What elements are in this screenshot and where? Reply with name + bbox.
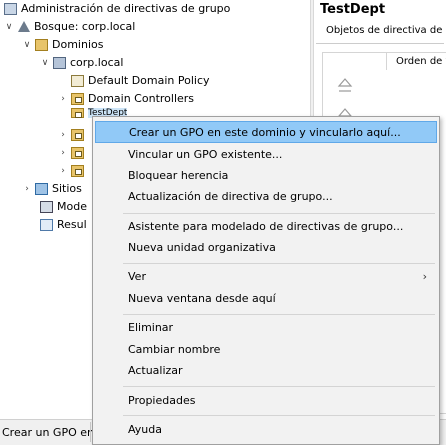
menu-item-label: Propiedades xyxy=(128,394,196,407)
menu-separator xyxy=(123,263,435,264)
results-icon xyxy=(40,219,53,231)
chevron-right-icon[interactable]: › xyxy=(58,90,68,108)
move-up-top-icon[interactable] xyxy=(336,76,354,96)
menu-item-rename[interactable]: Cambiar nombre xyxy=(95,339,437,361)
tree-item-modeling[interactable]: Mode xyxy=(40,198,87,216)
tree-item-ou-hidden-2[interactable]: › xyxy=(58,144,88,162)
ou-icon xyxy=(71,165,84,177)
menu-item-create-gpo[interactable]: Crear un GPO en este dominio y vincularl… xyxy=(95,121,437,143)
context-menu: Crear un GPO en este dominio y vincularl… xyxy=(92,116,440,445)
tree-item-results-label: Resul xyxy=(57,218,87,231)
status-text: Crear un GPO en xyxy=(2,426,94,439)
tree-item-dc-label: Domain Controllers xyxy=(88,92,195,105)
menu-item-label: Vincular un GPO existente... xyxy=(128,148,283,161)
tree-item-forest[interactable]: ∨ Bosque: corp.local xyxy=(4,18,136,36)
gpmc-icon xyxy=(4,3,17,15)
menu-item-view[interactable]: Ver › xyxy=(95,266,437,288)
domains-folder-icon xyxy=(35,39,48,51)
tree-item-sites[interactable]: › Sitios xyxy=(22,180,82,198)
menu-item-label: Eliminar xyxy=(128,321,174,334)
tree-item-results[interactable]: Resul xyxy=(40,216,87,234)
menu-item-modeling-wizard[interactable]: Asistente para modelado de directivas de… xyxy=(95,216,437,238)
menu-item-label: Bloquear herencia xyxy=(128,169,229,182)
menu-separator xyxy=(123,213,435,214)
menu-item-block-inheritance[interactable]: Bloquear herencia xyxy=(95,165,437,187)
menu-separator xyxy=(123,415,435,416)
tree-item-domains-label: Dominios xyxy=(52,38,104,51)
tree-item-default-policy-label: Default Domain Policy xyxy=(88,74,210,87)
tab-linked-gpos[interactable]: Objetos de directiva de g xyxy=(316,21,446,44)
column-divider[interactable] xyxy=(386,52,387,70)
menu-item-gp-update[interactable]: Actualización de directiva de grupo... xyxy=(95,186,437,208)
menu-item-refresh[interactable]: Actualizar xyxy=(95,360,437,382)
forest-icon xyxy=(17,21,30,33)
tree-item-ou-hidden-3[interactable]: › xyxy=(58,162,88,180)
domain-icon xyxy=(53,57,66,69)
tree-item-root-label: Administración de directivas de grupo xyxy=(21,2,231,15)
submenu-arrow-icon: › xyxy=(422,270,427,283)
modeling-icon xyxy=(40,201,53,213)
chevron-down-icon[interactable]: ∨ xyxy=(4,18,14,36)
menu-item-label: Crear un GPO en este dominio y vincularl… xyxy=(129,126,401,139)
sites-icon xyxy=(35,183,48,195)
tree-item-default-policy[interactable]: Default Domain Policy xyxy=(71,72,210,90)
tree-item-ou-hidden-1[interactable]: › xyxy=(58,126,88,144)
menu-item-label: Nueva unidad organizativa xyxy=(128,241,276,254)
ou-icon xyxy=(71,129,84,141)
menu-item-link-gpo[interactable]: Vincular un GPO existente... xyxy=(95,144,437,166)
ou-icon xyxy=(71,93,84,105)
menu-item-new-window[interactable]: Nueva ventana desde aquí xyxy=(95,288,437,310)
tree-item-forest-label: Bosque: corp.local xyxy=(34,20,136,33)
ou-icon xyxy=(71,147,84,159)
ou-icon xyxy=(71,108,84,118)
menu-item-properties[interactable]: Propiedades xyxy=(95,390,437,412)
tree-item-sites-label: Sitios xyxy=(52,182,82,195)
chevron-right-icon[interactable]: › xyxy=(58,144,68,162)
tree-item-modeling-label: Mode xyxy=(57,200,87,213)
menu-item-new-ou[interactable]: Nueva unidad organizativa xyxy=(95,237,437,259)
chevron-right-icon[interactable]: › xyxy=(58,162,68,180)
chevron-right-icon[interactable]: › xyxy=(58,126,68,144)
menu-item-help[interactable]: Ayuda xyxy=(95,419,437,441)
menu-item-label: Cambiar nombre xyxy=(128,343,221,356)
tree-item-domains[interactable]: ∨ Dominios xyxy=(22,36,103,54)
tab-linked-gpos-label: Objetos de directiva de g xyxy=(326,25,446,36)
tree-item-domain-controllers[interactable]: › Domain Controllers xyxy=(58,90,194,108)
details-title: TestDept xyxy=(320,2,386,17)
tree-item-domain[interactable]: ∨ corp.local xyxy=(40,54,123,72)
chevron-down-icon[interactable]: ∨ xyxy=(22,36,32,54)
menu-item-label: Actualización de directiva de grupo... xyxy=(128,190,333,203)
menu-item-label: Actualizar xyxy=(128,364,183,377)
menu-separator xyxy=(123,314,435,315)
menu-item-delete[interactable]: Eliminar xyxy=(95,317,437,339)
menu-item-label: Nueva ventana desde aquí xyxy=(128,292,276,305)
status-divider xyxy=(90,422,91,442)
column-header-link-order[interactable]: Orden de v xyxy=(396,56,446,67)
menu-item-label: Ver xyxy=(128,270,146,283)
chevron-right-icon[interactable]: › xyxy=(22,180,32,198)
menu-item-label: Asistente para modelado de directivas de… xyxy=(128,220,404,233)
menu-separator xyxy=(123,386,435,387)
tree-item-root[interactable]: Administración de directivas de grupo xyxy=(4,0,230,18)
gpo-link-icon xyxy=(71,75,84,87)
tree-item-domain-label: corp.local xyxy=(70,56,124,69)
menu-item-label: Ayuda xyxy=(128,423,162,436)
chevron-down-icon[interactable]: ∨ xyxy=(40,54,50,72)
